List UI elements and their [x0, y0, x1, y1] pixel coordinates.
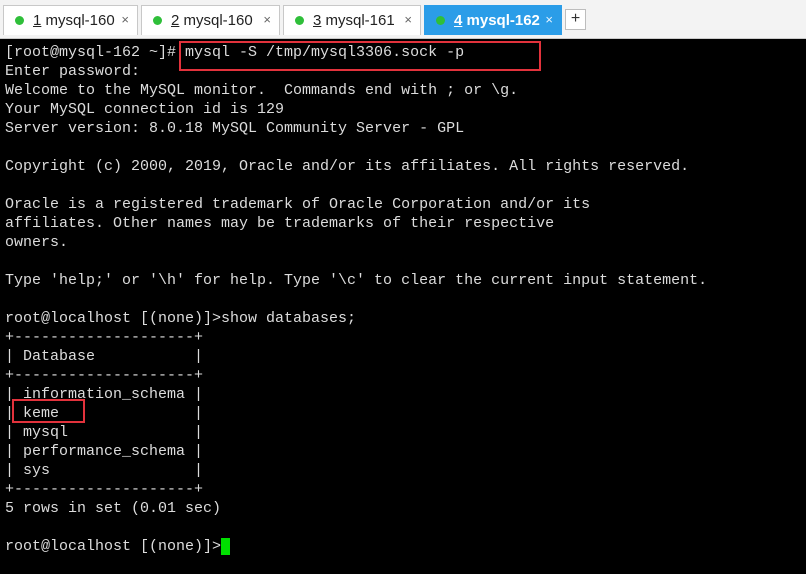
terminal-line: Enter password:: [5, 63, 141, 80]
tab-title: mysql-162: [466, 12, 540, 29]
tab-title: mysql-160: [183, 12, 253, 29]
terminal-line: | performance_schema |: [5, 443, 204, 460]
tab-title: mysql-160: [45, 12, 115, 29]
tab-mysql-160-2[interactable]: 2 mysql-160 ×: [141, 5, 280, 35]
terminal-line: Your MySQL connection id is 129: [5, 101, 285, 118]
terminal-line: owners.: [5, 234, 69, 251]
terminal-line: Oracle is a registered trademark of Orac…: [5, 196, 591, 213]
tab-number: 1: [33, 12, 42, 29]
terminal-line: | sys |: [5, 462, 204, 479]
terminal-cursor: [221, 538, 230, 555]
connected-status-dot-icon: [153, 16, 162, 25]
close-tab-icon[interactable]: ×: [404, 12, 412, 27]
tab-mysql-162-active[interactable]: 4 mysql-162 ×: [424, 5, 562, 35]
terminal-line: +--------------------+: [5, 481, 204, 498]
tab-bar: 1 mysql-160 × 2 mysql-160 × 3 mysql-161 …: [0, 0, 806, 39]
tab-number: 3: [313, 12, 322, 29]
tab-title: mysql-161: [325, 12, 395, 29]
terminal-line: Server version: 8.0.18 MySQL Community S…: [5, 120, 465, 137]
connected-status-dot-icon: [436, 16, 445, 25]
tab-number: 4: [454, 12, 463, 29]
close-tab-icon[interactable]: ×: [121, 12, 129, 27]
close-tab-icon[interactable]: ×: [545, 12, 553, 27]
terminal-line: | Database |: [5, 348, 204, 365]
close-tab-icon[interactable]: ×: [263, 12, 271, 27]
connected-status-dot-icon: [15, 16, 24, 25]
terminal-line: +--------------------+: [5, 329, 204, 346]
terminal-line: | mysql |: [5, 424, 204, 441]
new-tab-button[interactable]: +: [565, 9, 586, 30]
terminal-line: Copyright (c) 2000, 2019, Oracle and/or …: [5, 158, 690, 175]
terminal-line: affiliates. Other names may be trademark…: [5, 215, 555, 232]
tab-number: 2: [171, 12, 180, 29]
terminal-line: +--------------------+: [5, 367, 204, 384]
tab-mysql-161[interactable]: 3 mysql-161 ×: [283, 5, 421, 35]
terminal-line: Type 'help;' or '\h' for help. Type '\c'…: [5, 272, 708, 289]
terminal-line: 5 rows in set (0.01 sec): [5, 500, 222, 517]
tab-mysql-160-1[interactable]: 1 mysql-160 ×: [3, 5, 138, 35]
terminal-output[interactable]: [root@mysql-162 ~]# mysql -S /tmp/mysql3…: [0, 40, 806, 574]
terminal-line: root@localhost [(none)]>: [5, 538, 222, 555]
command-highlight-box: [179, 41, 541, 71]
keme-highlight-box: [12, 399, 85, 423]
connected-status-dot-icon: [295, 16, 304, 25]
terminal-line: root@localhost [(none)]>show databases;: [5, 310, 357, 327]
terminal-line: Welcome to the MySQL monitor. Commands e…: [5, 82, 519, 99]
